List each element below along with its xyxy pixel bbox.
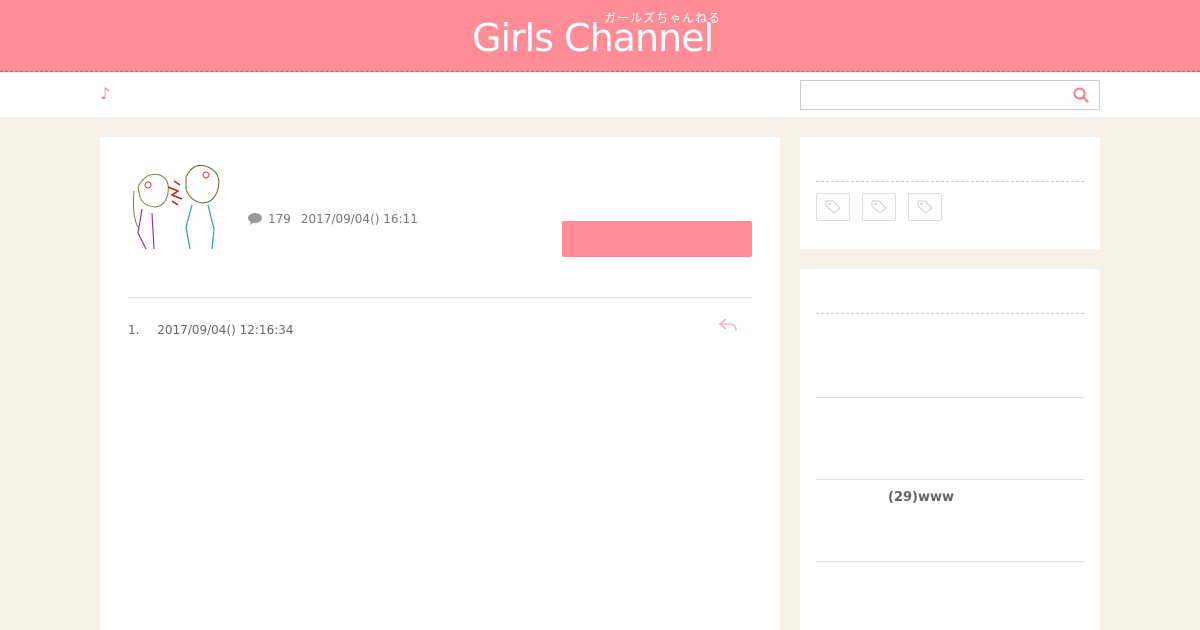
topic-date: 2017/09/04() 16:11 xyxy=(300,212,418,226)
ranking-item-title[interactable]: (29)www xyxy=(888,490,954,505)
dashed-divider xyxy=(816,313,1084,314)
comment-count: 179 xyxy=(268,212,291,226)
tag-item[interactable] xyxy=(816,193,850,221)
sub-navigation-bar: ♪ xyxy=(0,73,1200,117)
search-input[interactable] xyxy=(807,82,1071,110)
speech-bubble-icon xyxy=(248,213,262,225)
comment-header: 1. 2017/09/04() 12:16:34 xyxy=(128,323,294,337)
tag-icon xyxy=(825,200,841,214)
tag-icon xyxy=(917,200,933,214)
search-icon[interactable] xyxy=(1073,87,1089,103)
comment-number: 1. xyxy=(128,323,140,337)
sidebar-ranking-panel: (29)www xyxy=(800,269,1100,630)
dashed-divider xyxy=(816,181,1084,182)
list-separator xyxy=(816,561,1084,562)
comment-date: 2017/09/04() 12:16:34 xyxy=(157,323,294,337)
topic-thumbnail-illustration[interactable] xyxy=(128,157,228,255)
list-separator xyxy=(816,479,1084,480)
site-header: ガールズちゃんねる Girls Channel xyxy=(0,0,1200,72)
comment-button[interactable] xyxy=(562,221,752,257)
tag-item[interactable] xyxy=(862,193,896,221)
reply-icon[interactable] xyxy=(718,317,740,333)
sidebar-tags-panel xyxy=(800,137,1100,249)
search-box xyxy=(800,80,1100,110)
music-note-icon[interactable]: ♪ xyxy=(100,84,110,103)
site-logo[interactable]: Girls Channel xyxy=(472,16,714,60)
tag-item[interactable] xyxy=(908,193,942,221)
list-separator xyxy=(816,397,1084,398)
topic-panel: 179 2017/09/04() 16:11 1. 2017/09/04() 1… xyxy=(100,137,780,630)
divider xyxy=(128,297,752,298)
tag-icon xyxy=(871,200,887,214)
topic-meta: 179 2017/09/04() 16:11 xyxy=(248,212,418,226)
